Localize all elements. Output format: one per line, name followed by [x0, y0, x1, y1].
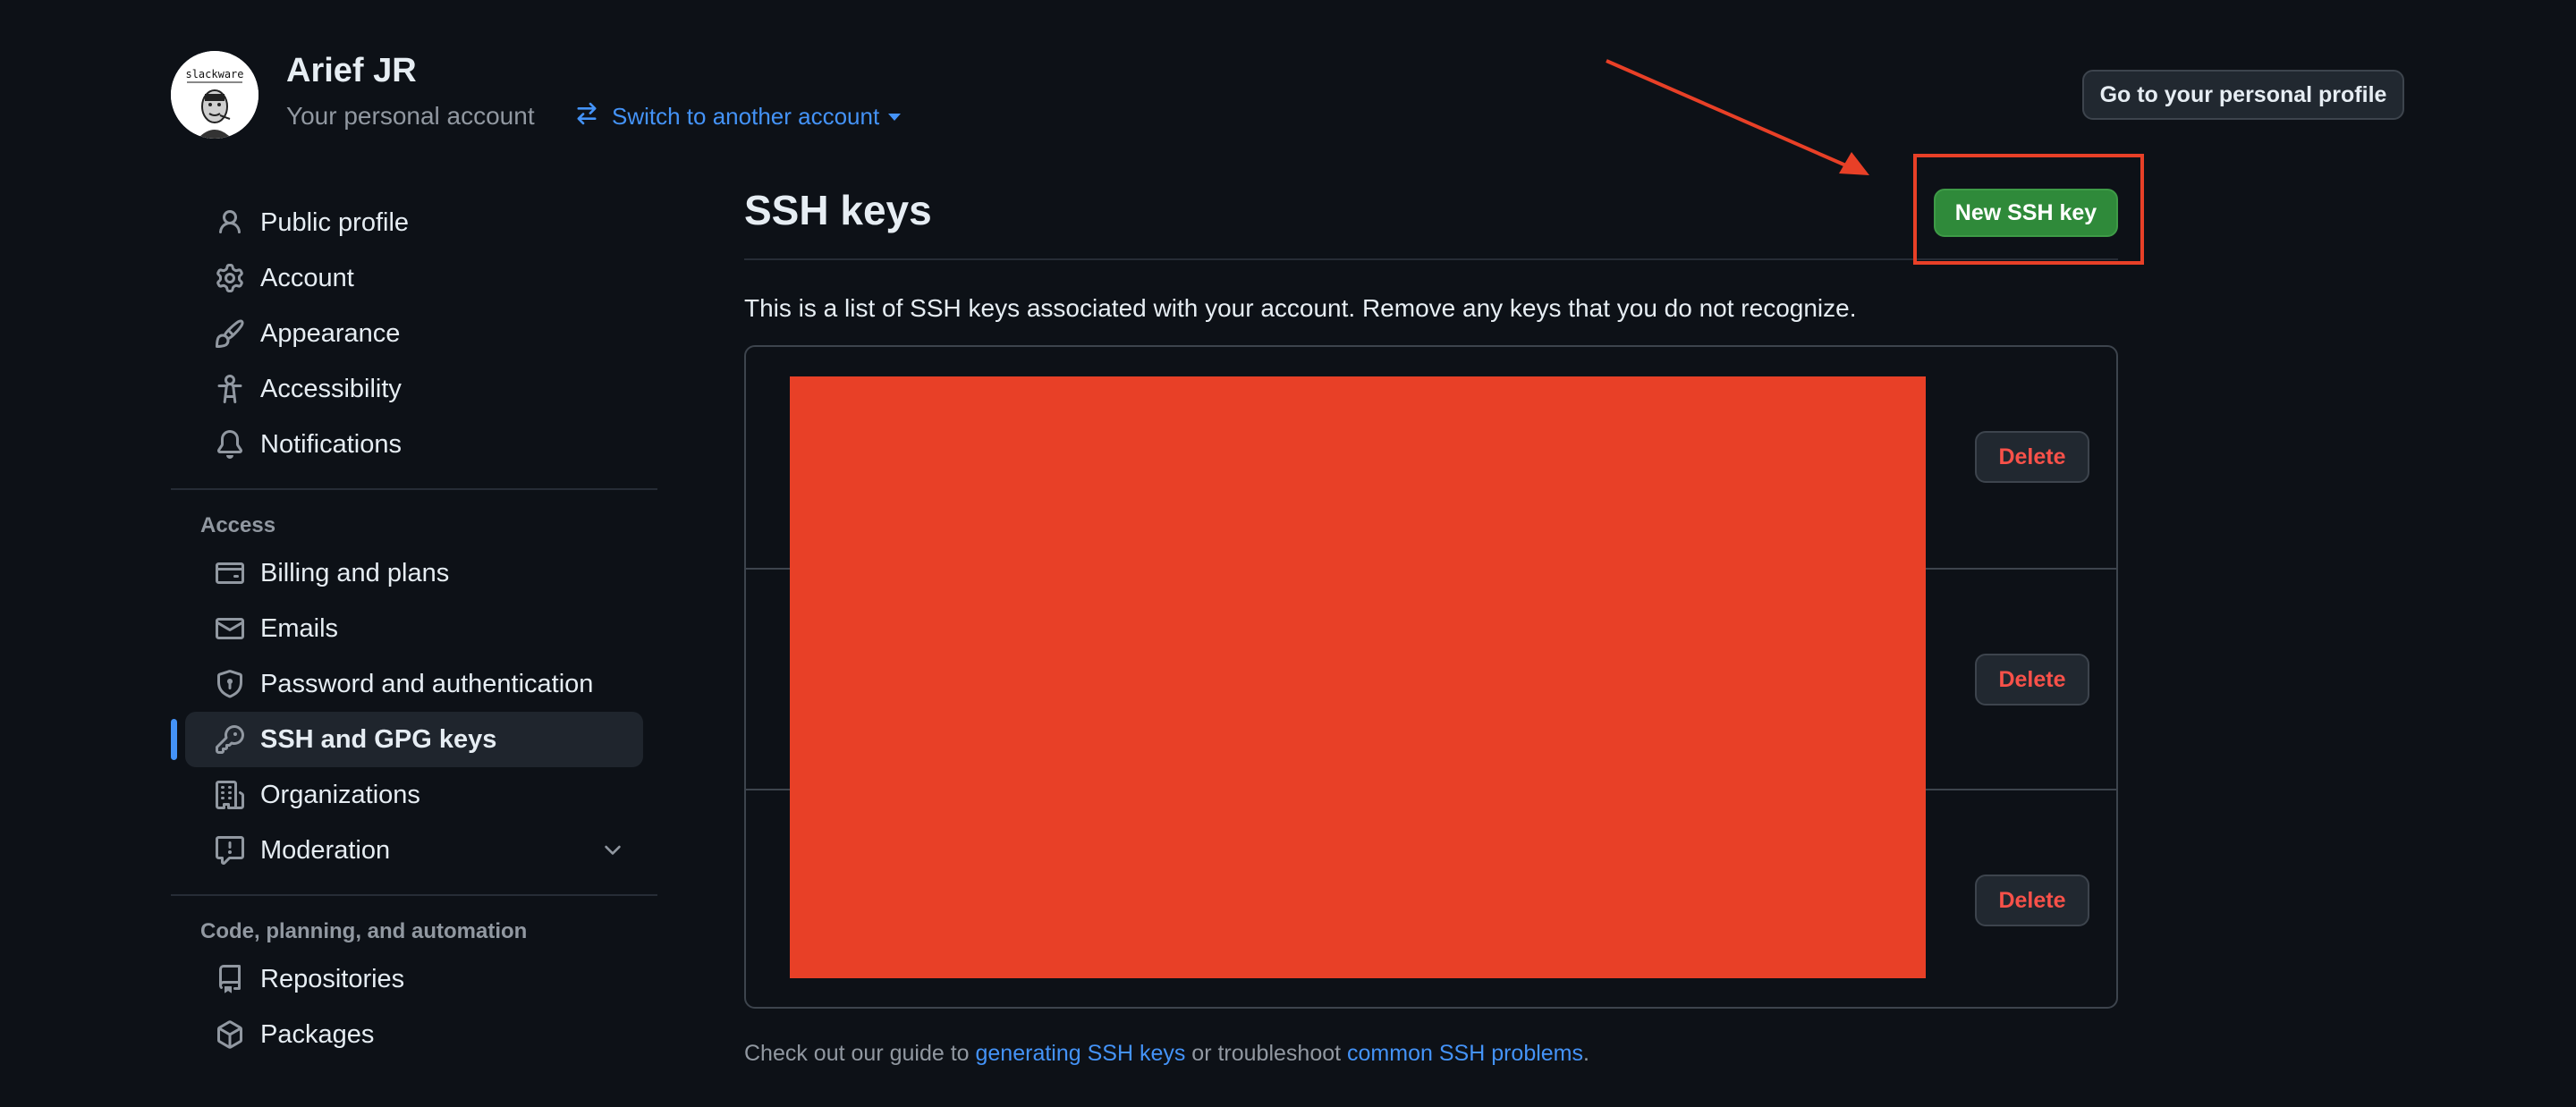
switch-account-link[interactable]: Switch to another account — [574, 101, 902, 132]
sidebar-item-accessibility[interactable]: Accessibility — [185, 361, 643, 417]
sidebar-item-label: SSH and GPG keys — [260, 724, 497, 754]
sidebar-item-label: Notifications — [260, 429, 402, 459]
delete-button[interactable]: Delete — [1975, 431, 2089, 483]
help-text-middle: or troubleshoot — [1185, 1041, 1348, 1066]
bell-icon — [216, 430, 244, 459]
delete-button[interactable]: Delete — [1975, 875, 2089, 926]
svg-text:slackware: slackware — [185, 68, 243, 80]
sidebar-item-notifications[interactable]: Notifications — [185, 417, 643, 472]
sidebar-item-organizations[interactable]: Organizations — [185, 767, 643, 823]
delete-button[interactable]: Delete — [1975, 654, 2089, 706]
sidebar-item-account[interactable]: Account — [185, 250, 643, 306]
avatar: slackware — [171, 51, 258, 139]
help-text-suffix: . — [1583, 1041, 1589, 1066]
settings-sidebar: Public profile Account Appearance Access… — [171, 195, 657, 1062]
sidebar-heading-access: Access — [200, 513, 276, 537]
sidebar-item-label: Account — [260, 263, 354, 292]
sidebar-item-label: Repositories — [260, 964, 405, 993]
key-icon — [216, 725, 244, 754]
annotation-arrow — [1606, 59, 1869, 175]
sidebar-item-password-auth[interactable]: Password and authentication — [185, 656, 643, 712]
repo-icon — [216, 965, 244, 993]
sidebar-item-label: Billing and plans — [260, 558, 450, 587]
organization-icon — [216, 781, 244, 809]
sidebar-item-label: Appearance — [260, 318, 401, 348]
sidebar-item-label: Accessibility — [260, 374, 402, 403]
accessibility-icon — [216, 375, 244, 403]
mail-icon — [216, 614, 244, 643]
sidebar-divider — [171, 894, 657, 896]
paintbrush-icon — [216, 319, 244, 348]
title-divider — [744, 258, 2118, 260]
shield-lock-icon — [216, 670, 244, 698]
sidebar-item-public-profile[interactable]: Public profile — [185, 195, 643, 250]
sidebar-divider — [171, 488, 657, 490]
sidebar-item-billing[interactable]: Billing and plans — [185, 545, 643, 601]
sidebar-heading-code: Code, planning, and automation — [200, 919, 528, 943]
report-icon — [216, 836, 244, 865]
sidebar-item-label: Emails — [260, 613, 339, 643]
sidebar-item-label: Public profile — [260, 207, 410, 237]
account-type-label: Your personal account — [286, 102, 535, 130]
gear-icon — [216, 264, 244, 292]
avatar-image: slackware — [171, 51, 258, 139]
page-title: SSH keys — [744, 187, 932, 233]
common-ssh-problems-link[interactable]: common SSH problems — [1347, 1041, 1583, 1066]
sidebar-item-emails[interactable]: Emails — [185, 601, 643, 656]
ssh-help-note: Check out our guide to generating SSH ke… — [744, 1043, 1589, 1065]
annotation-highlight-box — [1913, 154, 2144, 265]
sidebar-item-packages[interactable]: Packages — [185, 1007, 643, 1062]
go-to-profile-button[interactable]: Go to your personal profile — [2082, 70, 2404, 120]
user-name: Arief JR — [286, 52, 417, 89]
sidebar-item-label: Organizations — [260, 780, 420, 809]
sidebar-item-label: Moderation — [260, 835, 391, 865]
switch-account-label: Switch to another account — [612, 103, 880, 130]
sidebar-item-ssh-gpg-keys[interactable]: SSH and GPG keys — [171, 712, 643, 767]
generating-ssh-keys-link[interactable]: generating SSH keys — [976, 1041, 1186, 1066]
caret-down-icon — [888, 113, 902, 121]
arrow-switch-icon — [574, 101, 599, 132]
chevron-down-icon[interactable] — [600, 838, 625, 863]
package-icon — [216, 1020, 244, 1049]
sidebar-item-label: Packages — [260, 1019, 375, 1049]
sidebar-item-appearance[interactable]: Appearance — [185, 306, 643, 361]
credit-card-icon — [216, 559, 244, 587]
redaction-overlay — [790, 376, 1926, 978]
sidebar-item-repositories[interactable]: Repositories — [185, 951, 643, 1007]
ssh-keys-description: This is a list of SSH keys associated wi… — [744, 294, 1857, 322]
person-icon — [216, 208, 244, 237]
help-text-prefix: Check out our guide to — [744, 1041, 976, 1066]
sidebar-item-label: Password and authentication — [260, 669, 594, 698]
sidebar-item-moderation[interactable]: Moderation — [185, 823, 643, 878]
